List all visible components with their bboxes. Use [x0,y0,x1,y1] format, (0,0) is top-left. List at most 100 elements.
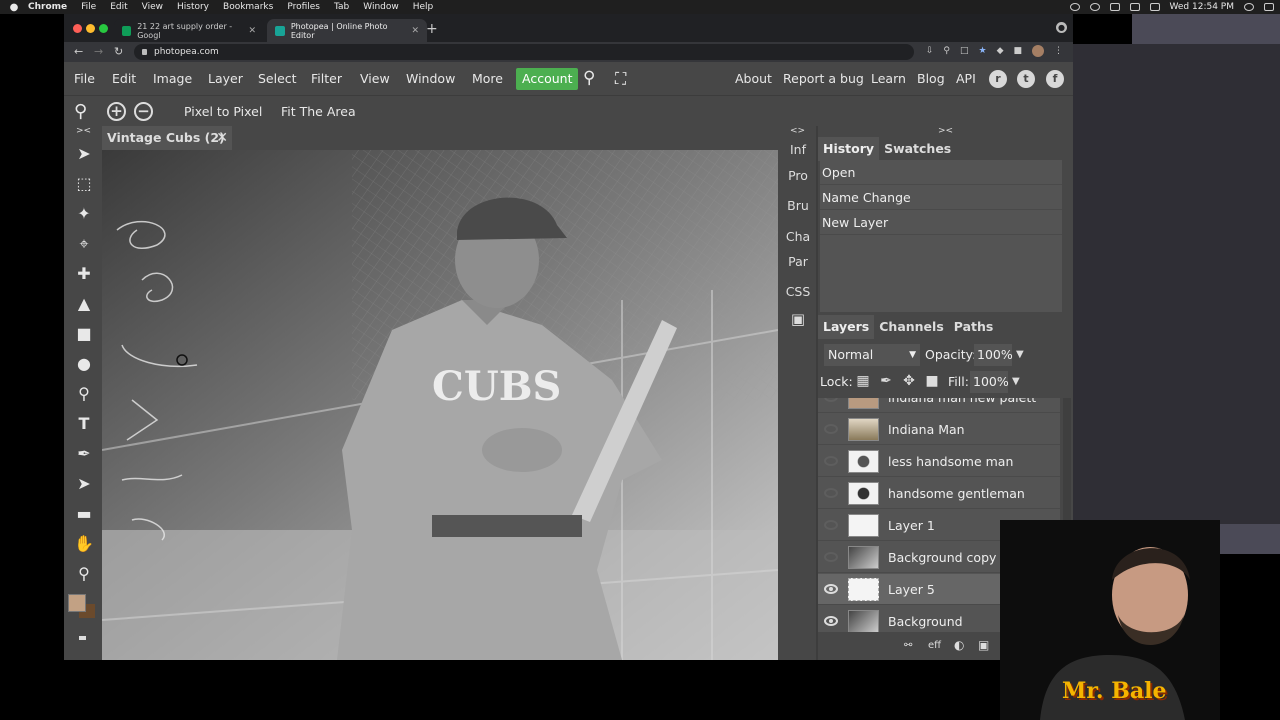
blur-tool-icon[interactable]: ● [72,352,96,376]
link-report-bug[interactable]: Report a bug [783,62,864,95]
bookmark-star-icon[interactable]: ★ [978,46,986,56]
back-icon[interactable]: ← [74,45,83,58]
tab-swatches[interactable]: Swatches [879,137,956,161]
visibility-eye-icon[interactable] [824,552,838,562]
menu-window[interactable]: Window [406,62,455,95]
close-window-button[interactable] [73,24,82,33]
menu-filter[interactable]: Filter [311,62,342,95]
browser-tab-sheets[interactable]: 21 22 art supply order - Googl ✕ [114,19,264,42]
link-layers-icon[interactable]: ⚯ [904,640,912,651]
visibility-eye-icon[interactable] [824,616,838,626]
visibility-eye-icon[interactable] [824,488,838,498]
blend-mode-select[interactable]: Normal ▼ [824,344,920,366]
mac-menu-file[interactable]: File [81,2,96,12]
menu-image[interactable]: Image [153,62,192,95]
puzzle-icon[interactable]: ■ [1013,46,1022,56]
search-icon[interactable]: ⚲ [583,62,595,95]
fullscreen-icon[interactable]: ⛶ [615,62,626,95]
visibility-eye-icon[interactable] [824,424,838,434]
link-about[interactable]: About [735,62,772,95]
visibility-eye-icon[interactable] [824,398,838,402]
image-canvas[interactable]: CUBS [102,150,778,660]
history-item[interactable]: New Layer [820,210,1062,235]
type-tool-icon[interactable]: T [72,412,96,436]
info-panel-button[interactable]: Inf [780,142,816,157]
more-menu-icon[interactable]: ⋮ [1054,46,1063,56]
battery-icon[interactable] [1149,3,1160,11]
link-api[interactable]: API [956,62,976,95]
magic-wand-tool-icon[interactable]: ✦ [72,202,96,226]
image-panel-icon[interactable]: ▣ [780,310,816,328]
menu-edit[interactable]: Edit [112,62,136,95]
clone-stamp-tool-icon[interactable]: ▲ [72,292,96,316]
mac-menu-bookmarks[interactable]: Bookmarks [223,2,273,12]
install-icon[interactable]: ⇩ [926,46,934,56]
dodge-tool-icon[interactable]: ⚲ [72,382,96,406]
close-tab-icon[interactable]: ✕ [411,26,419,36]
zoom-out-icon[interactable]: − [134,102,153,121]
hand-tool-icon[interactable]: ✋ [72,532,96,556]
menu-more[interactable]: More [472,62,503,95]
url-input[interactable]: photopea.com [134,44,914,60]
mac-menu-tab[interactable]: Tab [334,2,349,12]
visibility-eye-icon[interactable] [824,520,838,530]
lock-transparency-icon[interactable]: ▦ [855,373,871,389]
menu-view[interactable]: View [360,62,390,95]
css-panel-button[interactable]: CSS [780,284,816,299]
control-center-icon[interactable] [1264,3,1274,11]
paragraph-panel-button[interactable]: Par [780,254,816,269]
layer-row[interactable]: Indiana Man [818,414,1060,445]
collapse-icons-icon[interactable]: <> [790,126,805,136]
gradient-tool-icon[interactable]: ■ [72,322,96,346]
marquee-tool-icon[interactable]: ⬚ [72,172,96,196]
status-icon[interactable] [1089,3,1100,11]
foreground-color-swatch[interactable] [68,594,86,612]
link-learn[interactable]: Learn [871,62,906,95]
collapse-toolbar-icon[interactable]: >< [76,126,91,136]
wifi-icon[interactable] [1129,3,1140,11]
mac-menu-profiles[interactable]: Profiles [287,2,320,12]
lock-move-icon[interactable]: ✥ [901,373,917,389]
menu-layer[interactable]: Layer [208,62,243,95]
lock-all-icon[interactable]: ■ [924,373,940,389]
new-tab-icon[interactable]: + [426,21,438,37]
mac-menu-history[interactable]: History [177,2,209,12]
mac-menu-help[interactable]: Help [413,2,434,12]
opacity-dropdown-icon[interactable]: ▼ [1016,349,1024,360]
history-item[interactable]: Name Change [820,185,1062,210]
close-tab-icon[interactable]: ✕ [248,26,256,36]
reddit-icon[interactable]: r [989,70,1007,88]
opacity-input[interactable]: 100% [974,344,1013,366]
healing-tool-icon[interactable]: ✚ [72,262,96,286]
link-blog[interactable]: Blog [917,62,945,95]
quick-mask-icon[interactable] [79,636,86,640]
menu-select[interactable]: Select [258,62,297,95]
fill-dropdown-icon[interactable]: ▼ [1012,376,1020,387]
character-panel-button[interactable]: Cha [780,229,816,244]
tab-channels[interactable]: Channels [874,315,949,339]
tab-history[interactable]: History [818,137,880,161]
close-document-icon[interactable]: ✕ [216,126,228,150]
layer-mask-icon[interactable]: ▣ [978,638,989,652]
layer-row[interactable]: handsome gentleman [818,478,1060,509]
zoom-window-button[interactable] [99,24,108,33]
pixel-to-pixel-button[interactable]: Pixel to Pixel [184,96,262,127]
tab-layers[interactable]: Layers [818,315,875,339]
clock[interactable]: Wed 12:54 PM [1170,2,1234,12]
shield-icon[interactable]: ◆ [997,46,1004,56]
brush-panel-button[interactable]: Bru [780,198,816,213]
visibility-eye-icon[interactable] [824,584,838,594]
pen-tool-icon[interactable]: ✒ [72,442,96,466]
apple-icon[interactable]: ● [0,2,28,13]
twitter-icon[interactable]: t [1017,70,1035,88]
reload-icon[interactable]: ↻ [114,45,123,58]
facebook-icon[interactable]: f [1046,70,1064,88]
lock-paint-icon[interactable]: ✒ [878,373,894,389]
baseball-player-photo[interactable]: CUBS [102,150,778,660]
tab-search-icon[interactable]: ● [1056,22,1067,33]
visibility-eye-icon[interactable] [824,456,838,466]
adjustment-layer-icon[interactable]: ◐ [954,638,964,652]
history-item[interactable]: Open [820,160,1062,185]
path-select-tool-icon[interactable]: ➤ [72,472,96,496]
zoom-in-icon[interactable]: + [107,102,126,121]
